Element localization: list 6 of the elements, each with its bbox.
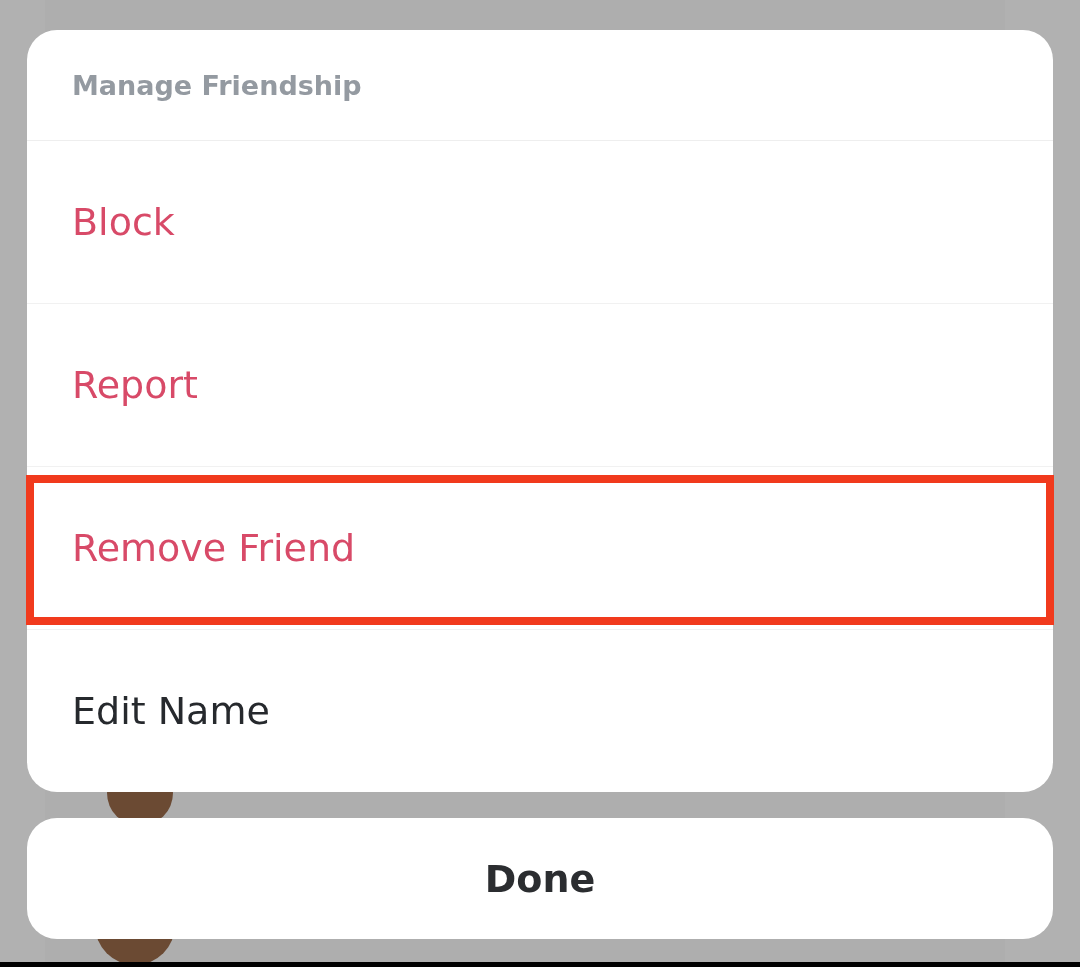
sheet-title: Manage Friendship bbox=[72, 69, 362, 101]
menu-item[interactable]: Report bbox=[72, 363, 198, 407]
menu-item[interactable]: Remove Friend bbox=[72, 526, 356, 570]
menu-item[interactable]: Edit Name bbox=[72, 689, 270, 733]
menu-item[interactable]: Block bbox=[72, 200, 175, 244]
done-button[interactable]: Done bbox=[27, 818, 1053, 939]
